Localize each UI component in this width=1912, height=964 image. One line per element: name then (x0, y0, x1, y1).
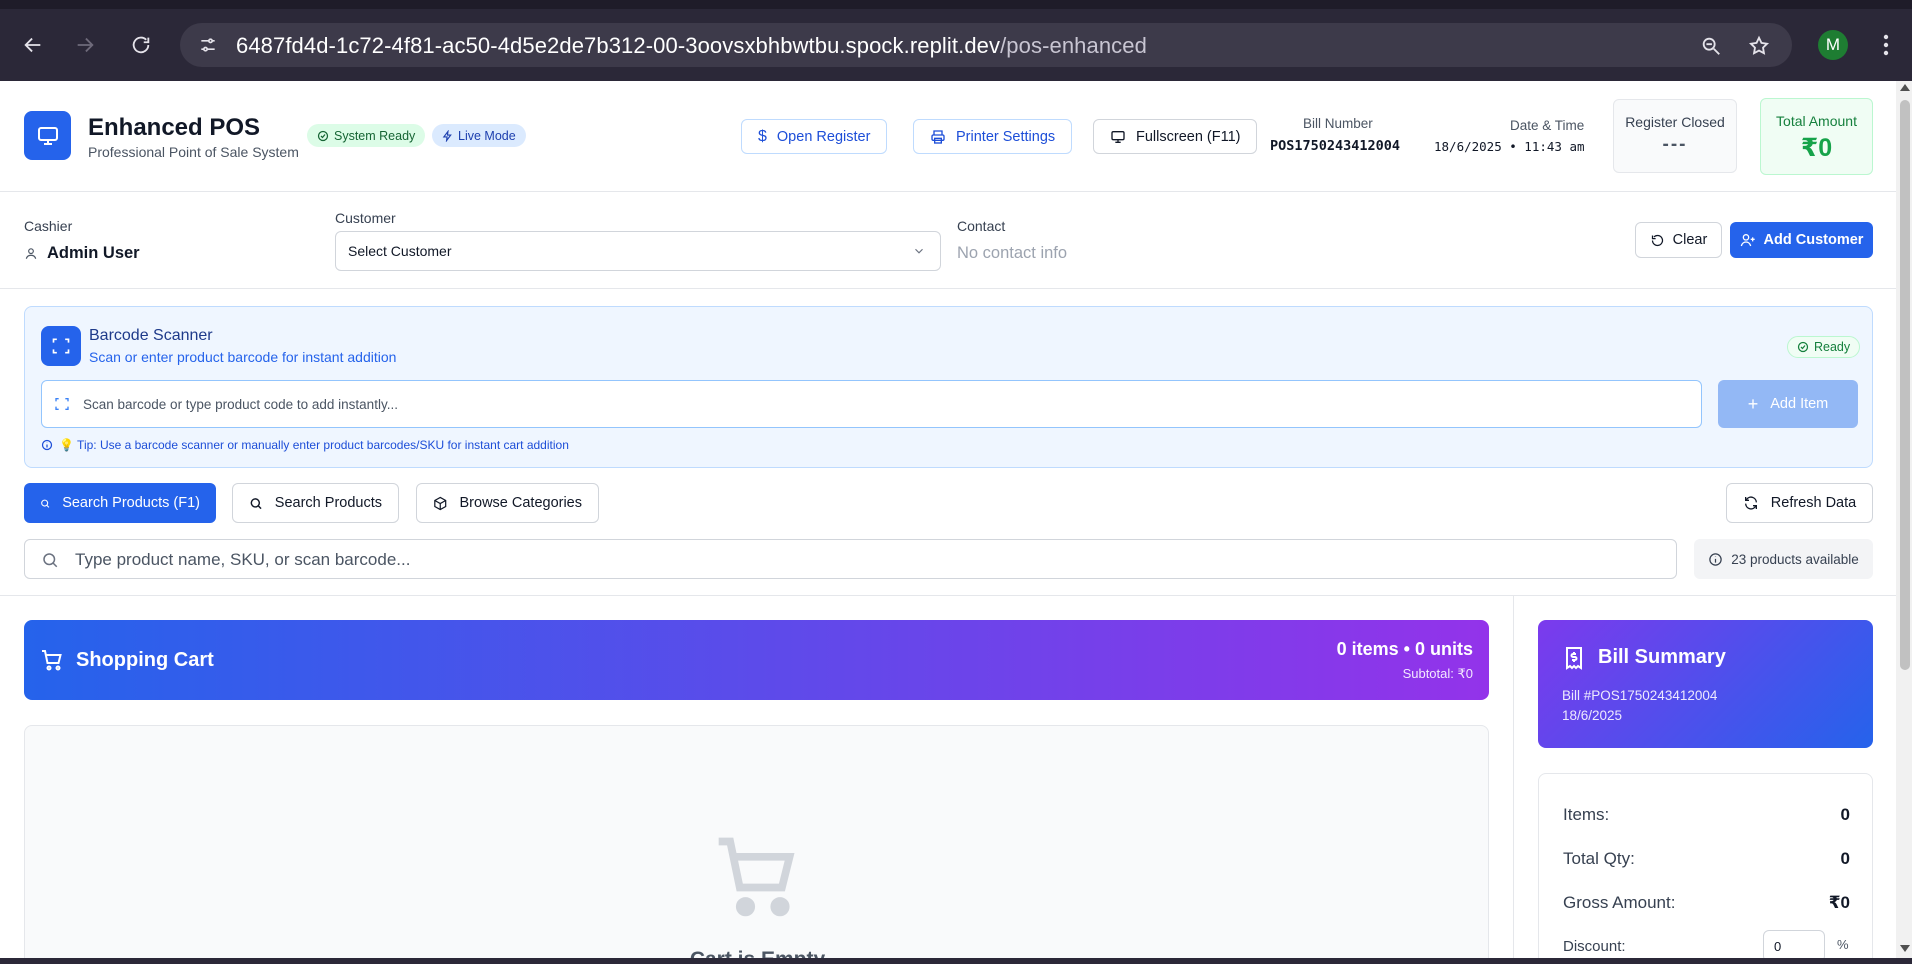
cart-subtotal: Subtotal: ₹0 (1402, 666, 1473, 681)
monitor-icon (24, 111, 71, 160)
browser-chrome: 6487fd4d-1c72-4f81-ac50-4d5e2de7b312-00-… (0, 0, 1912, 81)
url-text: 6487fd4d-1c72-4f81-ac50-4d5e2de7b312-00-… (236, 33, 1147, 58)
user-icon (25, 248, 37, 259)
info-icon (1709, 552, 1722, 566)
contact-label: Contact (957, 218, 1006, 234)
cart-title: Shopping Cart (76, 649, 214, 671)
tab-search-products-f1[interactable]: Search Products (F1) (24, 483, 216, 523)
tab-browse-categories[interactable]: Browse Categories (416, 483, 599, 523)
bill-number: Bill #POS1750243412004 (1562, 688, 1718, 703)
shopping-cart-icon (42, 650, 62, 671)
tab-strip (0, 0, 1912, 9)
barcode-scanner-panel: Barcode Scanner Scan or enter product ba… (24, 306, 1873, 468)
check-circle-icon (317, 130, 329, 141)
scan-icon (41, 326, 81, 366)
datetime-value: 18/6/2025 • 11:43 am (1434, 139, 1585, 154)
scrollbar-thumb[interactable] (1900, 100, 1910, 670)
clear-button[interactable]: Clear (1635, 222, 1722, 258)
fullscreen-button[interactable]: Fullscreen (F11) (1093, 119, 1258, 154)
package-icon (434, 496, 447, 510)
bill-row-total-qty: Total Qty: 0 (1563, 849, 1850, 868)
zoom-icon[interactable] (1698, 33, 1724, 59)
app-header: Enhanced POS Professional Point of Sale … (0, 81, 1896, 192)
cashier-label: Cashier (24, 218, 73, 234)
contact-value: No contact info (957, 244, 1068, 262)
shopping-cart-icon (718, 837, 795, 917)
forward-icon[interactable] (68, 28, 102, 62)
printer-icon (931, 129, 945, 144)
products-available: 23 products available (1694, 539, 1873, 579)
scanner-title: Barcode Scanner (89, 327, 213, 344)
pos-app: Enhanced POS Professional Point of Sale … (0, 81, 1896, 958)
refresh-icon (1744, 496, 1757, 510)
app-title: Enhanced POS (88, 114, 261, 141)
cart-empty-title: Cart is Empty (25, 948, 1490, 958)
bill-number-label: Bill Number (1303, 116, 1373, 131)
scanner-status-badge: Ready (1787, 336, 1861, 358)
discount-input[interactable]: 0 (1763, 930, 1825, 958)
product-search-input[interactable]: Type product name, SKU, or scan barcode.… (24, 539, 1677, 579)
user-plus-icon (1740, 234, 1755, 247)
scanner-tip: 💡 Tip: Use a barcode scanner or manually… (41, 438, 569, 452)
dollar-icon: $ (758, 127, 767, 145)
chevron-down-icon (915, 248, 923, 254)
bill-row-items: Items: 0 (1563, 805, 1850, 824)
address-bar[interactable]: 6487fd4d-1c72-4f81-ac50-4d5e2de7b312-00-… (180, 23, 1792, 67)
add-customer-button[interactable]: Add Customer (1730, 222, 1873, 258)
register-status: Register Closed --- (1613, 99, 1737, 173)
bill-summary-header: Bill Summary Bill #POS1750243412004 18/6… (1538, 620, 1873, 748)
search-icon (43, 553, 58, 568)
scroll-up-arrow-icon[interactable] (1900, 84, 1910, 91)
check-circle-icon (1797, 341, 1809, 353)
cart-empty-state: Cart is Empty (24, 725, 1489, 958)
column-divider (1513, 596, 1514, 958)
profile-avatar[interactable]: M (1818, 30, 1848, 60)
customer-row: Cashier Admin User Customer Select Custo… (0, 192, 1896, 289)
monitor-icon (1111, 130, 1125, 143)
total-amount: Total Amount ₹0 (1760, 98, 1873, 175)
window-bottom-edge (0, 958, 1912, 964)
bill-summary-body: Items: 0 Total Qty: 0 Gross Amount: ₹0 Disc… (1538, 773, 1873, 958)
section-divider (0, 595, 1896, 596)
reload-icon[interactable] (124, 28, 158, 62)
receipt-icon (1566, 647, 1582, 670)
browser-menu-icon[interactable] (1876, 30, 1896, 60)
customer-select[interactable]: Select Customer (335, 231, 941, 271)
zap-icon (442, 129, 452, 142)
search-icon (250, 497, 262, 509)
datetime-label: Date & Time (1510, 118, 1585, 133)
live-mode-badge: Live Mode (432, 124, 526, 147)
plus-icon: + (1747, 393, 1759, 414)
bill-row-gross-amount: Gross Amount: ₹0 (1563, 893, 1850, 912)
tab-search-products[interactable]: Search Products (232, 483, 399, 523)
bookmark-star-icon[interactable] (1746, 33, 1772, 59)
refresh-data-button[interactable]: Refresh Data (1726, 483, 1873, 523)
barcode-input[interactable]: Scan barcode or type product code to add… (41, 380, 1702, 428)
scroll-down-arrow-icon[interactable] (1900, 945, 1910, 952)
open-register-button[interactable]: $ Open Register (741, 119, 888, 154)
system-ready-badge: System Ready (307, 124, 426, 147)
info-icon (41, 439, 53, 451)
shopping-cart-header: Shopping Cart 0 items • 0 units Subtotal… (24, 620, 1489, 700)
cashier-name: Admin User (24, 244, 140, 263)
cart-count: 0 items • 0 units (1336, 639, 1473, 659)
bill-number-value: POS1750243412004 (1270, 138, 1401, 154)
rotate-ccw-icon (1651, 234, 1663, 246)
back-icon[interactable] (16, 28, 50, 62)
scanner-subtitle: Scan or enter product barcode for instan… (89, 349, 397, 365)
app-subtitle: Professional Point of Sale System (88, 144, 299, 160)
site-settings-icon[interactable] (196, 33, 220, 57)
printer-settings-button[interactable]: Printer Settings (913, 119, 1073, 154)
add-item-button[interactable]: + Add Item (1718, 380, 1858, 428)
scan-icon (55, 398, 69, 410)
bill-summary-title: Bill Summary (1598, 646, 1726, 668)
customer-label: Customer (335, 210, 396, 226)
bill-date: 18/6/2025 (1562, 708, 1623, 723)
discount-unit: % (1837, 937, 1849, 952)
search-icon (41, 499, 50, 508)
